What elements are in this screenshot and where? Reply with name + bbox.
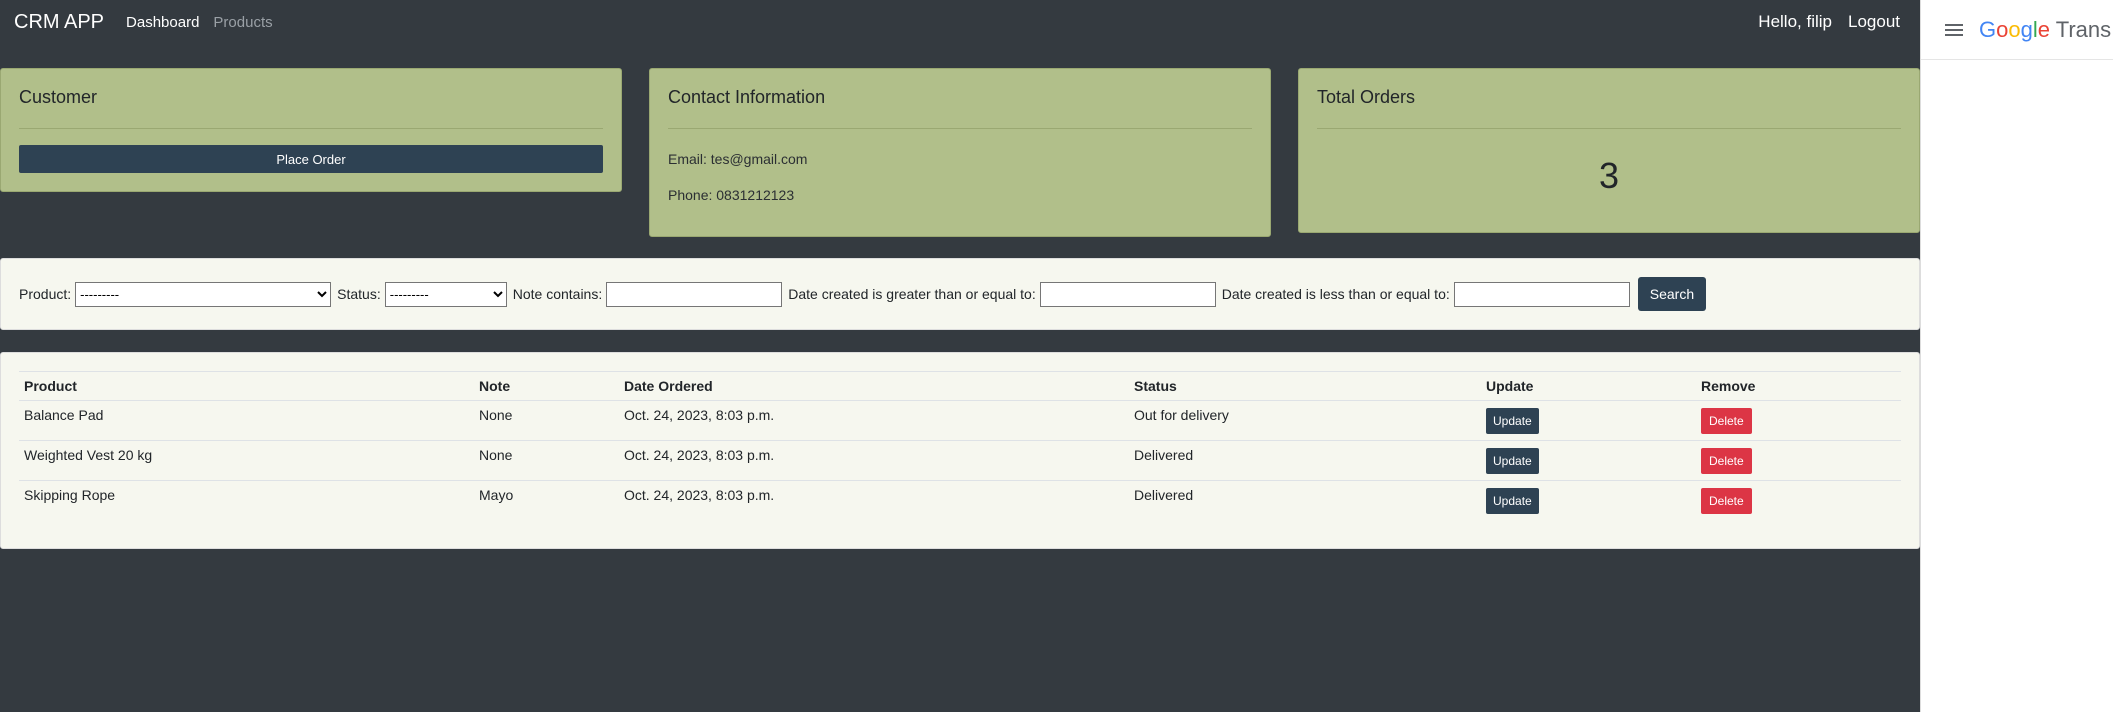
product-filter-select[interactable]: --------- [75,281,332,307]
brand-logo[interactable]: CRM APP [14,11,104,34]
update-button[interactable]: Update [1486,448,1539,474]
nav-user-area: Hello, filip Logout [1758,12,1906,32]
note-filter-input[interactable] [606,281,783,307]
customer-card-title: Customer [19,87,603,129]
col-header-date: Date Ordered [619,371,1129,401]
contact-email: Email: tes@gmail.com [668,151,808,167]
cell-note: Mayo [479,487,514,503]
cell-date: Oct. 24, 2023, 8:03 p.m. [619,440,1129,481]
contact-card: Contact Information Email: tes@gmail.com… [649,68,1271,237]
order-filter-form: Product: --------- Status: --------- Not… [0,258,1920,330]
update-button[interactable]: Update [1486,408,1539,434]
date-lte-label: Date created is less than or equal to: [1221,286,1450,302]
cell-product: Skipping Rope [24,487,116,503]
col-header-status: Status [1129,371,1481,401]
contact-phone: Phone: 0831212123 [668,187,795,203]
user-greeting: Hello, filip [1758,12,1832,31]
place-order-button[interactable]: Place Order [19,145,603,173]
contact-card-title: Contact Information [668,87,1252,129]
status-filter-select[interactable]: --------- [384,281,507,307]
cell-status: Out for delivery [1129,400,1481,441]
update-button[interactable]: Update [1486,488,1539,514]
delete-button[interactable]: Delete [1701,488,1752,514]
cell-note: None [474,400,619,441]
orders-panel: Product Note Date Ordered Status Update … [0,352,1920,549]
logout-link[interactable]: Logout [1848,12,1900,32]
navbar: CRM APP Dashboard Products Hello, filip … [0,0,1920,44]
note-filter-label: Note contains: [512,286,603,302]
google-translate-logo[interactable]: Google Trans [1979,17,2111,43]
cell-status: Delivered [1129,440,1481,481]
cell-date: Oct. 24, 2023, 8:03 p.m. [619,400,1129,441]
cell-date: Oct. 24, 2023, 8:03 p.m. [624,487,775,503]
nav-link-products[interactable]: Products [213,14,272,31]
col-header-note: Note [474,371,619,401]
customer-card: Customer Place Order [0,68,622,192]
col-header-remove: Remove [1696,371,1901,401]
product-filter-label: Product: [19,286,72,302]
cell-product: Balance Pad [19,400,474,441]
date-lte-input[interactable] [1453,281,1630,307]
date-gte-label: Date created is greater than or equal to… [788,286,1036,302]
table-row: Weighted Vest 20 kg None Oct. 24, 2023, … [19,440,1901,481]
delete-button[interactable]: Delete [1701,408,1752,434]
table-row: Balance Pad None Oct. 24, 2023, 8:03 p.m… [19,400,1901,441]
orders-table: Product Note Date Ordered Status Update … [19,371,1901,520]
status-filter-label: Status: [337,286,381,302]
total-orders-count: 3 [1598,155,1620,196]
cell-note: None [474,440,619,481]
nav-link-dashboard[interactable]: Dashboard [126,14,199,31]
col-header-update: Update [1481,371,1696,401]
date-gte-input[interactable] [1039,281,1216,307]
search-button[interactable]: Search [1637,277,1707,311]
translate-header: Google Trans [1921,0,2113,60]
google-translate-panel: Google Trans [1920,0,2113,712]
hamburger-menu-icon[interactable] [1945,23,1963,36]
cell-product: Weighted Vest 20 kg [19,440,474,481]
table-row: Skipping Rope Mayo Oct. 24, 2023, 8:03 p… [19,481,1901,521]
table-header-row: Product Note Date Ordered Status Update … [19,371,1901,401]
total-orders-card: Total Orders 3 [1298,68,1920,233]
total-orders-title: Total Orders [1317,87,1901,129]
delete-button[interactable]: Delete [1701,448,1752,474]
cell-status: Delivered [1134,487,1194,503]
col-header-product: Product [19,371,474,401]
